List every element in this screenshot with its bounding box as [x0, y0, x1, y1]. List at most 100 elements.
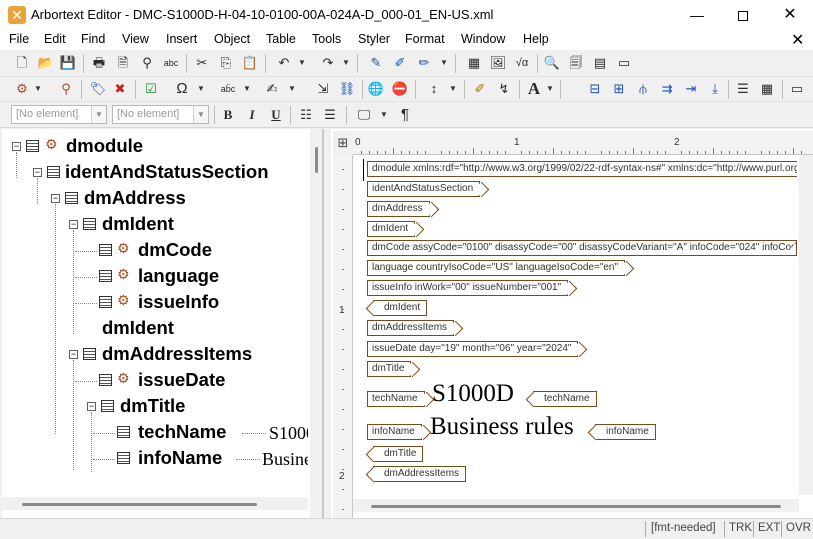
- tag-dmcode[interactable]: dmCode assyCode="0100" disassyCode="00" …: [367, 240, 797, 256]
- chevron-down-icon[interactable]: ▼: [91, 106, 106, 123]
- menu-table[interactable]: Table: [266, 32, 296, 46]
- tree-vertical-scrollbar[interactable]: [310, 129, 322, 518]
- maximize-button[interactable]: [720, 0, 766, 30]
- tag-dmtitle-end[interactable]: dmTitle: [373, 446, 424, 462]
- preview-icon[interactable]: 🔍: [542, 53, 562, 73]
- insert-markup-icon[interactable]: ✎: [366, 53, 386, 73]
- spell-check-icon[interactable]: abc: [161, 53, 181, 73]
- tag-dmaddress[interactable]: dmAddress: [367, 201, 430, 217]
- menu-styler[interactable]: Styler: [358, 32, 390, 46]
- minimize-button[interactable]: —: [674, 0, 720, 30]
- undo-dropdown-icon[interactable]: ▼: [298, 53, 306, 73]
- tag-dmaddressitems[interactable]: dmAddressItems: [367, 320, 455, 336]
- bulleted-list-icon[interactable]: ☰: [320, 105, 340, 125]
- close-window-button[interactable]: ✕: [767, 0, 813, 30]
- tag-techname[interactable]: techName: [367, 391, 425, 407]
- tag-techname-end[interactable]: techName: [533, 391, 597, 407]
- validate-icon[interactable]: ☑: [141, 79, 161, 99]
- collapse-icon[interactable]: −: [69, 350, 78, 359]
- menu-file[interactable]: File: [9, 32, 29, 46]
- hyperlink-icon[interactable]: ⛓: [337, 79, 357, 99]
- italic-button[interactable]: I: [242, 105, 262, 125]
- comment-icon[interactable]: ✍: [262, 79, 282, 99]
- tag-icon[interactable]: 🏷: [88, 79, 108, 99]
- move-right-icon[interactable]: ⇥: [681, 79, 701, 99]
- print-icon[interactable]: 🖶: [89, 53, 109, 73]
- menu-insert[interactable]: Insert: [166, 32, 197, 46]
- techname-text[interactable]: S1000D: [432, 380, 514, 408]
- font-size-icon[interactable]: A: [524, 79, 544, 99]
- no-entry-icon[interactable]: ⛔: [390, 79, 410, 99]
- menu-tools[interactable]: Tools: [312, 32, 341, 46]
- collapse-icon[interactable]: −: [12, 142, 21, 151]
- new-document-icon[interactable]: 🗋: [12, 53, 32, 73]
- graphic-icon[interactable]: 🖼: [488, 53, 508, 73]
- menu-object[interactable]: Object: [214, 32, 250, 46]
- find-icon[interactable]: ⚲: [137, 53, 157, 73]
- change-case-icon[interactable]: ab̈c: [218, 79, 238, 99]
- frame-icon[interactable]: ▭: [787, 79, 807, 99]
- delete-markup-icon[interactable]: ✖: [110, 79, 130, 99]
- tree-node-infoname[interactable]: infoName Business rules: [2, 447, 308, 471]
- equation-icon[interactable]: √α: [512, 53, 532, 73]
- tag-issueinfo[interactable]: issueInfo inWork="00" issueNumber="001": [367, 280, 569, 296]
- scroll-thumb[interactable]: [22, 503, 257, 506]
- merge-cells-icon[interactable]: ⇉: [657, 79, 677, 99]
- tree-node-dmaddress[interactable]: − dmAddress: [2, 187, 302, 211]
- tag-infoname[interactable]: infoName: [367, 424, 422, 440]
- redo-dropdown-icon[interactable]: ▼: [342, 53, 350, 73]
- publish-icon[interactable]: 🗐: [566, 53, 586, 73]
- tree-node-dmodule[interactable]: − ⚙ dmodule: [2, 135, 302, 159]
- numbered-list-icon[interactable]: ☷: [296, 105, 316, 125]
- tag-language[interactable]: language countryIsoCode="US" languageIso…: [367, 260, 626, 276]
- undo-icon[interactable]: ↶: [274, 53, 294, 73]
- status-ext[interactable]: EXT: [758, 522, 780, 534]
- edit-markup-icon[interactable]: ✐: [390, 53, 410, 73]
- scroll-thumb[interactable]: [371, 505, 781, 508]
- tag-dmident-end[interactable]: dmIdent: [373, 300, 428, 316]
- tag-infoname-end[interactable]: infoName: [595, 424, 656, 440]
- scroll-thumb[interactable]: [315, 147, 318, 173]
- print-preview-icon[interactable]: 🗎: [113, 53, 133, 73]
- globe-icon[interactable]: 🌐: [366, 79, 386, 99]
- line-spacing-icon[interactable]: ↕: [424, 79, 444, 99]
- font-size-dropdown-icon[interactable]: ▼: [546, 79, 554, 99]
- markup-dropdown-icon[interactable]: ▼: [440, 53, 448, 73]
- menu-window[interactable]: Window: [461, 32, 505, 46]
- tree-node-dmcode[interactable]: ⚙ dmCode: [2, 239, 302, 263]
- tree-node-language[interactable]: ⚙ language: [2, 265, 302, 289]
- tag-dmtitle[interactable]: dmTitle: [367, 361, 412, 377]
- pilcrow-icon[interactable]: ¶: [395, 105, 415, 125]
- comment-dropdown-icon[interactable]: ▼: [288, 79, 296, 99]
- close-document-button[interactable]: ✕: [791, 30, 804, 50]
- view-options-icon[interactable]: 🖵: [354, 105, 374, 125]
- spacing-dropdown-icon[interactable]: ▼: [449, 79, 457, 99]
- bold-button[interactable]: B: [218, 105, 238, 125]
- tree-node-dmident[interactable]: − dmIdent: [2, 213, 302, 237]
- special-char-dropdown-icon[interactable]: ▼: [197, 79, 205, 99]
- special-character-icon[interactable]: Ω: [172, 79, 192, 99]
- document-horizontal-scrollbar[interactable]: [353, 499, 799, 512]
- element-combo-1[interactable]: [No element] ▼: [11, 105, 107, 124]
- menu-format[interactable]: Format: [405, 32, 445, 46]
- cut-icon[interactable]: ✂: [192, 53, 212, 73]
- case-dropdown-icon[interactable]: ▼: [243, 79, 251, 99]
- status-ovr[interactable]: OVR: [786, 522, 811, 534]
- split-cell-icon[interactable]: ⫛: [633, 79, 653, 99]
- element-combo-2[interactable]: [No element] ▼: [112, 105, 209, 124]
- insert-column-icon[interactable]: ⊞: [609, 79, 629, 99]
- copy-icon[interactable]: ⎘: [216, 53, 236, 73]
- menu-edit[interactable]: Edit: [44, 32, 66, 46]
- tree-node-issueinfo[interactable]: ⚙ issueInfo: [2, 291, 302, 315]
- entity-reference-icon[interactable]: ⚙: [12, 79, 32, 99]
- tree-node-techname[interactable]: techName S1000D: [2, 421, 308, 445]
- full-screen-icon[interactable]: ▭: [614, 53, 634, 73]
- paste-icon[interactable]: 📋: [240, 53, 260, 73]
- tag-identandstatussection[interactable]: identAndStatusSection: [367, 181, 481, 197]
- tree-horizontal-scrollbar[interactable]: [2, 497, 308, 510]
- tag-dmaddressitems-end[interactable]: dmAddressItems: [373, 466, 467, 482]
- document-map-icon[interactable]: ▤: [590, 53, 610, 73]
- collapse-icon[interactable]: −: [33, 168, 42, 177]
- redo-icon[interactable]: ↷: [318, 53, 338, 73]
- pane-splitter[interactable]: [323, 129, 331, 518]
